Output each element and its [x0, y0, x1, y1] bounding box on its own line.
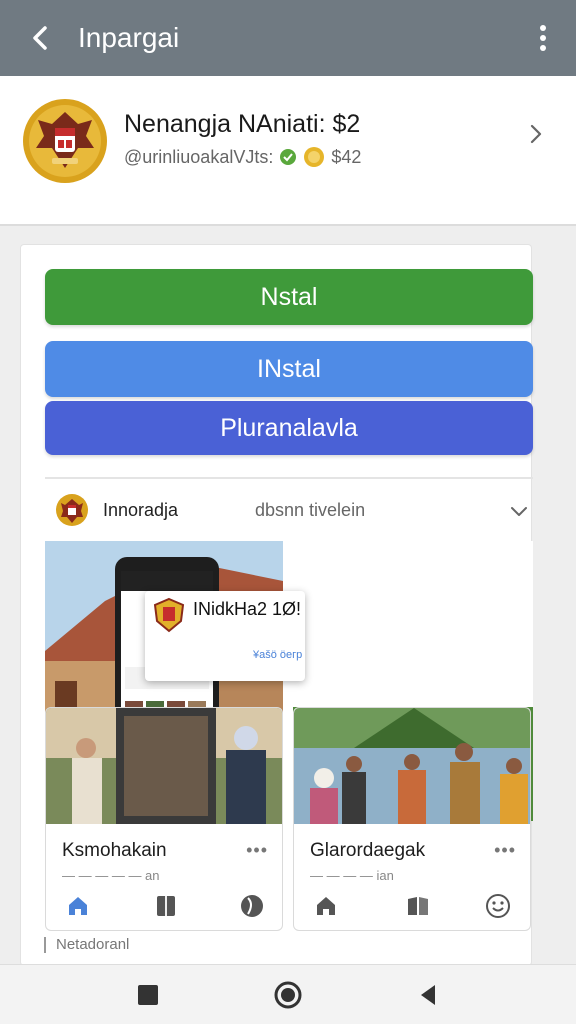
install-button[interactable]: Nstal: [45, 269, 533, 325]
smiley-icon[interactable]: [484, 892, 512, 920]
post-author: Innoradja: [103, 500, 179, 520]
shield-icon: [153, 597, 185, 633]
overflow-menu-icon: [540, 25, 546, 31]
green-badge-icon: [280, 149, 297, 165]
tile-subtitle: — — — — — an: [62, 868, 160, 883]
post-header[interactable]: Innoradja dbsnn tivelein: [45, 491, 533, 531]
avatar: [56, 494, 88, 526]
tile-title: Glarordaegak: [310, 840, 426, 861]
tile-menu-button[interactable]: •••: [246, 840, 268, 861]
overflow-menu-dot: [540, 45, 546, 51]
popup-card[interactable]: INidkHa2 1Ø! ¥ašö öeгр: [145, 591, 305, 681]
emblem-logo: [23, 99, 107, 183]
footer-bar: [44, 936, 46, 953]
profile-count: $42: [331, 146, 362, 167]
tile-menu-button[interactable]: •••: [494, 840, 516, 861]
install-secondary-button[interactable]: INstal: [45, 341, 533, 397]
tile-actions: [46, 888, 282, 928]
footer-note: Netadoranl: [44, 936, 129, 953]
chevron-right-icon[interactable]: [522, 120, 550, 148]
footer-note-text: Netadoranl: [56, 936, 130, 953]
profile-name: Nenangja NAniati: $2: [124, 110, 361, 138]
chevron-down-icon[interactable]: [507, 499, 531, 523]
popup-subtitle: ¥ašö öeгр: [253, 649, 303, 661]
book-icon[interactable]: [152, 892, 180, 920]
tile-photo: [294, 708, 530, 824]
globe-icon[interactable]: [238, 892, 266, 920]
app-bar: Inpargai: [0, 0, 576, 76]
book-icon[interactable]: [404, 892, 432, 920]
post-tile[interactable]: Glarordaegak ••• — — — — ian: [293, 707, 531, 931]
overflow-menu-button[interactable]: [528, 20, 558, 56]
divider: [45, 477, 533, 479]
tile-photo: [46, 708, 282, 824]
back-nav-button[interactable]: [414, 981, 442, 1009]
system-nav-bar: [0, 964, 576, 1024]
circle-nav-icon: [274, 981, 302, 1009]
content-card: Nstal INstal Pluranalavla Innoradja dbsn…: [20, 244, 533, 966]
profile-subtitle: @urinliuoakalVJts: $42: [124, 146, 361, 168]
profile-handle: @urinliuoakalVJts:: [124, 146, 274, 167]
square-nav-icon: [138, 985, 158, 1005]
tile-title: Ksmohakain: [62, 840, 167, 861]
home-icon[interactable]: [312, 892, 340, 920]
triangle-back-icon: [421, 985, 435, 1005]
tile-actions: [294, 888, 530, 928]
post-tile[interactable]: Ksmohakain ••• — — — — — an: [45, 707, 283, 931]
back-arrow-icon: [33, 26, 47, 50]
profile-header[interactable]: Nenangja NAniati: $2 @urinliuoakalVJts: …: [0, 76, 576, 226]
recents-button[interactable]: [134, 981, 162, 1009]
page-title: Inpargai: [78, 22, 180, 53]
popup-title: INidkHa2 1Ø!: [193, 599, 302, 619]
home-nav-button[interactable]: [274, 981, 302, 1009]
plural-action-button[interactable]: Pluranalavla: [45, 401, 533, 455]
overflow-menu-dot: [540, 35, 546, 41]
tile-subtitle: — — — — ian: [310, 868, 394, 883]
back-button[interactable]: [22, 20, 58, 56]
coin-badge-icon: [304, 147, 325, 167]
post-meta: dbsnn tivelein: [255, 500, 366, 520]
home-icon[interactable]: [64, 892, 92, 920]
